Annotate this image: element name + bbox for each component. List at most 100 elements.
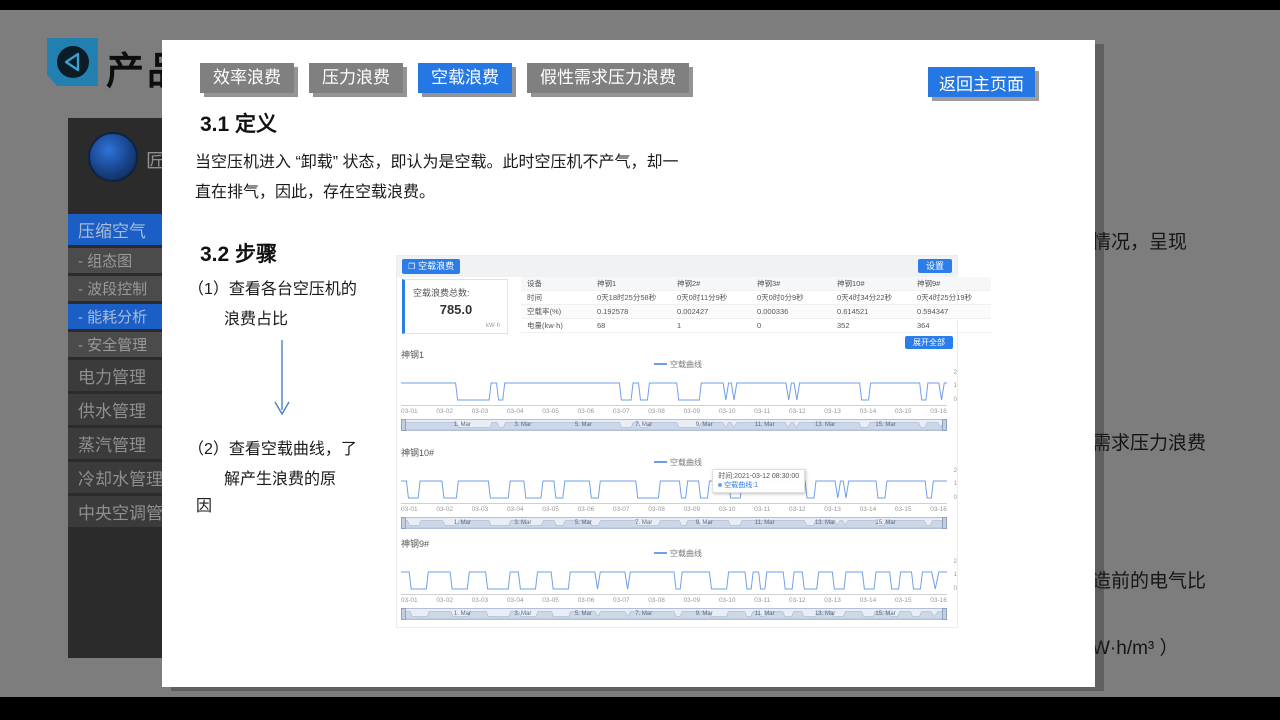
x-tick-label: 03-12 [789, 506, 806, 513]
sidebar-menu: 压缩空气 - 组态图 - 波段控制 - 能耗分析 - 安全管理电力管理供水管理蒸汽管理冷… [68, 214, 170, 527]
x-tick-label: 03-16 [930, 506, 947, 513]
legend-line-icon [654, 363, 667, 365]
sidebar-item-7[interactable]: 蒸汽管理 [68, 428, 170, 459]
chart-legend: 空载曲线 [397, 457, 959, 468]
sidebar-item-6[interactable]: 供水管理 [68, 394, 170, 425]
table-cell: 352 [831, 319, 911, 333]
tab-1[interactable]: 压力浪费 [309, 63, 403, 93]
datazoom-label: 9. Mar [696, 422, 713, 428]
legend-label: 空载曲线 [670, 549, 702, 558]
section-title-steps: 3.2 步骤 [200, 238, 277, 268]
tooltip-time: 时间:2021-03-12 08:30:00 [718, 472, 799, 481]
datazoom-shadow [402, 521, 946, 529]
y-tick-label: 1 [954, 572, 957, 578]
datazoom-label: 13. Mar [815, 611, 835, 617]
datazoom-label: 1. Mar [454, 611, 471, 617]
sidebar-item-4[interactable]: - 安全管理 [68, 332, 170, 357]
y-tick-label: 2 [954, 559, 957, 565]
datazoom-label: 15. Mar [875, 520, 895, 526]
x-tick-label: 03-03 [472, 408, 489, 415]
datazoom-handle-left[interactable] [401, 419, 406, 431]
legend-line-icon [654, 552, 667, 554]
chart-block-0: 神钢1空载曲线21003-0103-0203-0303-0403-0503-06… [397, 348, 959, 436]
sidebar-item-9[interactable]: 中央空调管理 [68, 496, 170, 527]
tab-3[interactable]: 假性需求压力浪费 [527, 63, 689, 93]
stat-unit: kW·h [486, 323, 500, 329]
x-tick-label: 03-03 [472, 506, 489, 513]
stat-value: 785.0 [405, 302, 507, 317]
chart-block-2: 神钢9#空载曲线21003-0103-0203-0303-0403-0503-0… [397, 537, 959, 625]
x-tick-label: 03-08 [648, 408, 665, 415]
datazoom-slider[interactable]: 1. Mar3. Mar5. Mar7. Mar9. Mar11. Mar13.… [401, 517, 947, 529]
logo-icon [88, 132, 138, 182]
sidebar-item-3[interactable]: - 能耗分析 [68, 304, 170, 329]
datazoom-handle-right[interactable] [942, 419, 947, 431]
down-arrow-icon [270, 338, 294, 418]
x-tick-label: 03-11 [754, 506, 770, 513]
x-tick-label: 03-11 [754, 408, 770, 415]
return-home-button[interactable]: 返回主页面 [928, 67, 1035, 97]
table-cell: 0天4时34分22秒 [831, 291, 911, 305]
datazoom-label: 7. Mar [635, 611, 652, 617]
x-tick-label: 03-08 [648, 597, 665, 604]
datazoom-handle-left[interactable] [401, 517, 406, 529]
table-cell: 0.002427 [671, 305, 751, 319]
x-tick-label: 03-04 [507, 506, 524, 513]
stat-label: 空载浪费总数: [413, 286, 470, 299]
idle-curve-line [401, 572, 947, 589]
x-tick-label: 03-12 [789, 597, 806, 604]
x-tick-label: 03-05 [542, 506, 559, 513]
sidebar: 匠 压缩空气- 组态图- 波段控制- 能耗分析- 安全管理电力管理供水管理蒸汽管… [68, 118, 170, 658]
dashboard-title-tag: ❐空载浪费 [402, 259, 460, 274]
datazoom-label: 13. Mar [815, 520, 835, 526]
x-axis-labels: 03-0103-0203-0303-0403-0503-0603-0703-08… [401, 503, 947, 513]
x-tick-label: 03-06 [578, 597, 595, 604]
datazoom-slider[interactable]: 1. Mar3. Mar5. Mar7. Mar9. Mar11. Mar13.… [401, 608, 947, 620]
datazoom-label: 7. Mar [635, 422, 652, 428]
x-tick-label: 03-15 [895, 597, 912, 604]
dashboard-screenshot: ❐空载浪费 设置 空载浪费总数: 785.0 kW·h 设备神钢1神钢2#神钢3… [396, 255, 958, 628]
x-tick-label: 03-03 [472, 597, 489, 604]
x-tick-label: 03-06 [578, 408, 595, 415]
background-text-2: 需求压力浪费 [1092, 428, 1206, 455]
tab-2[interactable]: 空载浪费 [418, 63, 512, 93]
table-cell: 68 [591, 319, 671, 333]
sidebar-item-0[interactable]: 压缩空气 [68, 214, 170, 245]
x-tick-label: 03-01 [401, 408, 418, 415]
x-tick-label: 03-16 [930, 597, 947, 604]
table-cell: 0.614521 [831, 305, 911, 319]
datazoom-handle-left[interactable] [401, 608, 406, 620]
tab-0[interactable]: 效率浪费 [200, 63, 294, 93]
x-tick-label: 03-14 [860, 506, 877, 513]
datazoom-label: 9. Mar [696, 611, 713, 617]
datazoom-handle-right[interactable] [942, 517, 947, 529]
table-cell: 0天4时25分19秒 [911, 291, 991, 305]
section-title-definition: 3.1 定义 [200, 108, 277, 138]
sidebar-item-1[interactable]: - 组态图 [68, 248, 170, 273]
sidebar-item-5[interactable]: 电力管理 [68, 360, 170, 391]
x-tick-label: 03-08 [648, 506, 665, 513]
x-tick-label: 03-04 [507, 408, 524, 415]
sidebar-item-8[interactable]: 冷却水管理 [68, 462, 170, 493]
datazoom-label: 11. Mar [755, 422, 775, 428]
table-row: 电量(kw·h)6810352364 [521, 319, 991, 333]
x-axis-labels: 03-0103-0203-0303-0403-0503-0603-0703-08… [401, 405, 947, 415]
y-tick-label: 2 [954, 468, 957, 474]
table-cell: 1 [671, 319, 751, 333]
x-tick-label: 03-04 [507, 597, 524, 604]
datazoom-label: 5. Mar [575, 422, 592, 428]
tooltip-series-text: 空载曲线:1 [724, 482, 758, 489]
step-2-line-3: 因 [196, 492, 212, 516]
x-tick-label: 03-09 [684, 597, 701, 604]
x-tick-label: 03-02 [436, 506, 453, 513]
back-button[interactable] [47, 38, 98, 86]
sidebar-item-2[interactable]: - 波段控制 [68, 276, 170, 301]
x-tick-label: 03-13 [824, 506, 841, 513]
x-tick-label: 03-02 [436, 408, 453, 415]
x-tick-label: 03-10 [719, 597, 736, 604]
datazoom-handle-right[interactable] [942, 608, 947, 620]
datazoom-slider[interactable]: 1. Mar3. Mar5. Mar7. Mar9. Mar11. Mar13.… [401, 419, 947, 431]
settings-button[interactable]: 设置 [918, 259, 952, 273]
x-tick-label: 03-07 [613, 597, 630, 604]
step-1-line-2: 浪费占比 [224, 305, 288, 329]
